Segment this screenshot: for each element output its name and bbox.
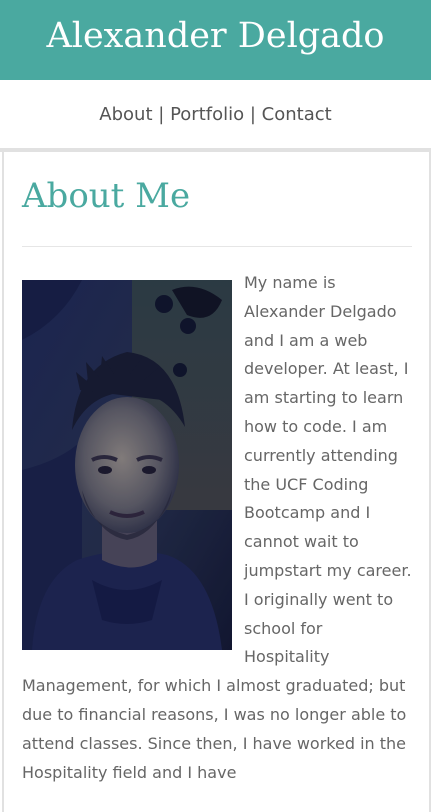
about-section: My name is Alexander Delgado and I am a … bbox=[22, 269, 412, 787]
nav-link-portfolio[interactable]: Portfolio bbox=[170, 104, 244, 125]
heading-divider bbox=[22, 246, 412, 247]
about-heading: About Me bbox=[22, 176, 191, 216]
nav-separator: | bbox=[249, 104, 256, 125]
nav-separator: | bbox=[158, 104, 165, 125]
nav-link-contact[interactable]: Contact bbox=[262, 104, 332, 125]
main-nav: About | Portfolio | Contact bbox=[0, 100, 431, 130]
site-header: Alexander Delgado bbox=[0, 0, 431, 80]
site-title: Alexander Delgado bbox=[46, 16, 385, 56]
nav-link-about[interactable]: About bbox=[99, 104, 152, 125]
profile-photo-image bbox=[22, 280, 232, 650]
profile-photo bbox=[22, 280, 232, 650]
